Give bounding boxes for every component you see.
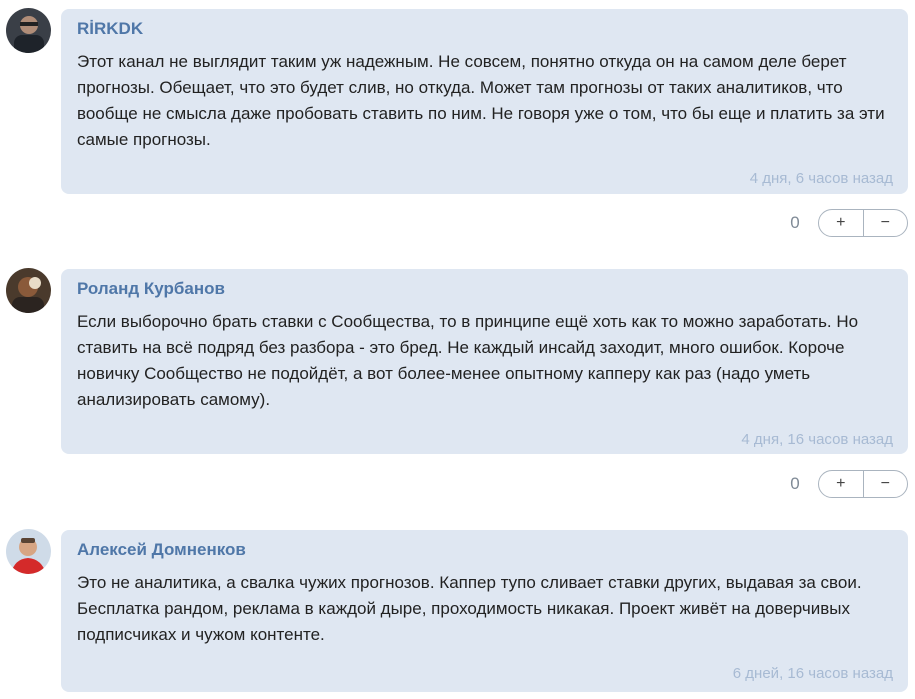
vote-controls: 0 + −	[788, 470, 908, 500]
upvote-button[interactable]: +	[819, 471, 864, 497]
avatar[interactable]	[6, 529, 51, 574]
comment-bubble: RİRKDK Этот канал не выглядит таким уж н…	[61, 9, 908, 194]
downvote-button[interactable]: −	[864, 210, 908, 236]
vote-buttons: + −	[818, 209, 908, 237]
comment-timestamp: 4 дня, 6 часов назад	[749, 170, 893, 187]
comment-timestamp: 6 дней, 16 часов назад	[732, 665, 893, 682]
vote-buttons: + −	[818, 470, 908, 498]
downvote-button[interactable]: −	[864, 471, 908, 497]
upvote-button[interactable]: +	[819, 210, 864, 236]
comment-author[interactable]: Алексей Домненков	[77, 540, 246, 560]
avatar[interactable]	[6, 268, 51, 313]
comment-bubble: Роланд Курбанов Если выборочно брать ста…	[61, 269, 908, 454]
comment-author[interactable]: RİRKDK	[77, 19, 143, 39]
comment-text: Этот канал не выглядит таким уж надежным…	[77, 52, 885, 149]
vote-count: 0	[790, 474, 800, 493]
avatar[interactable]	[6, 8, 51, 53]
comment-author[interactable]: Роланд Курбанов	[77, 279, 225, 299]
vote-controls: 0 + −	[788, 209, 908, 239]
comment-text: Это не аналитика, а свалка чужих прогноз…	[77, 573, 862, 644]
comment-timestamp: 4 дня, 16 часов назад	[741, 431, 893, 448]
comment-bubble: Алексей Домненков Это не аналитика, а св…	[61, 530, 908, 692]
vote-count: 0	[790, 213, 800, 232]
comment-text: Если выборочно брать ставки с Сообщества…	[77, 312, 859, 409]
